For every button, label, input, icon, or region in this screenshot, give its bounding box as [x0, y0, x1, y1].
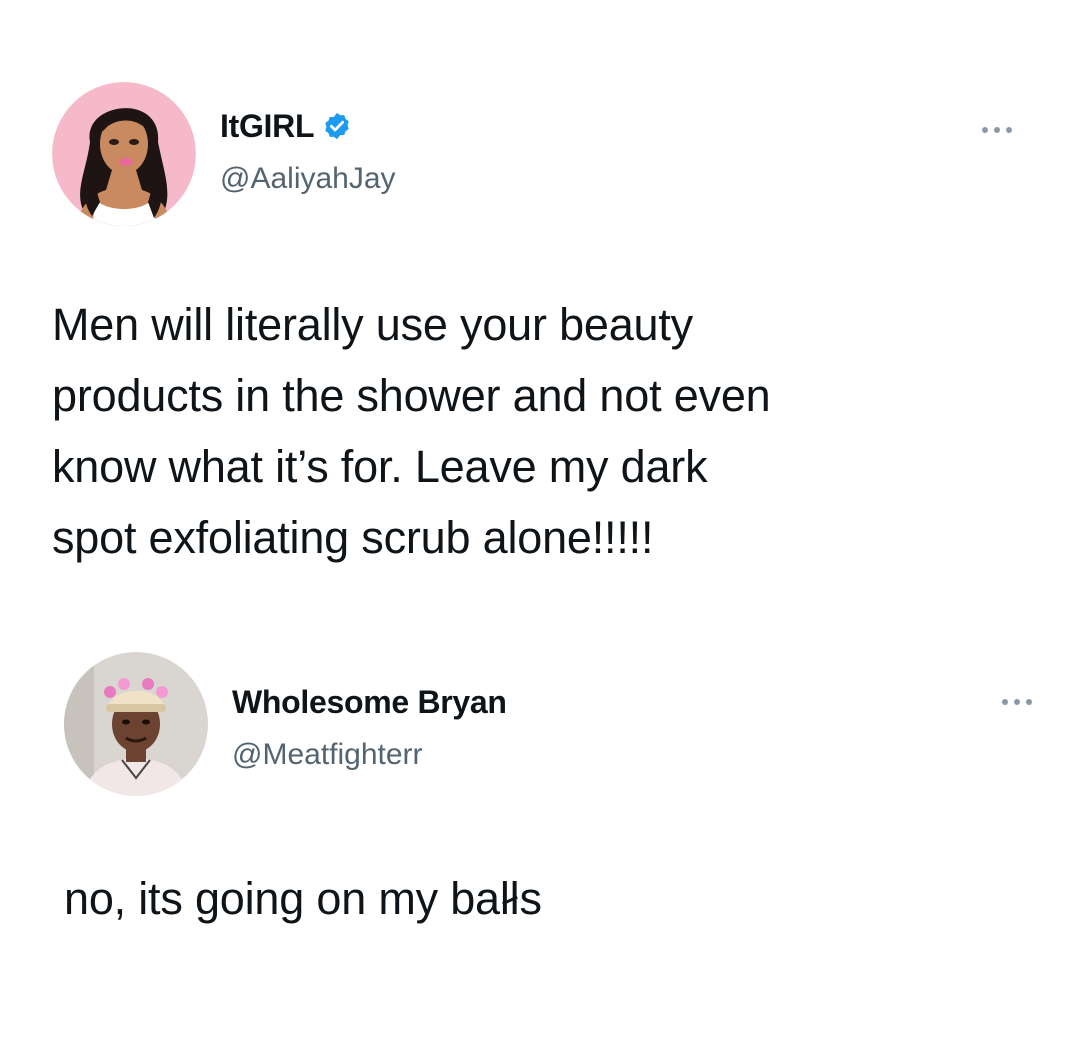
- author-handle[interactable]: @Meatfighterr: [232, 736, 423, 774]
- tweet-itgirl: ItGIRL @AaliyahJay Men will literally us…: [0, 0, 1080, 620]
- more-options-button[interactable]: [992, 687, 1042, 717]
- avatar-man-photo-image: [64, 652, 208, 796]
- avatar-cartoon-woman-image: [52, 82, 196, 226]
- tweet-body-text: Men will literally use your beauty produ…: [52, 299, 771, 563]
- author-handle[interactable]: @AaliyahJay: [220, 160, 396, 198]
- tweet-body-text: no, its going on my balls: [64, 863, 1044, 934]
- more-options-button[interactable]: [972, 115, 1022, 145]
- tweet-text-after: s: [519, 873, 542, 924]
- author-display-name[interactable]: Wholesome Bryan: [232, 682, 507, 722]
- author-name-row: Wholesome Bryan: [232, 682, 507, 722]
- avatar-wholesome-bryan[interactable]: [64, 652, 208, 796]
- author-name-row: ItGIRL: [220, 106, 352, 146]
- author-display-name[interactable]: ItGIRL: [220, 106, 314, 146]
- avatar-itgirl[interactable]: [52, 82, 196, 226]
- tweet-text-before: no, its going on my ba: [64, 873, 500, 924]
- more-dots-icon: [1002, 699, 1032, 705]
- verified-badge-icon: [325, 112, 349, 140]
- tweet-wholesome-bryan: Wholesome Bryan @Meatfighterr no, its go…: [0, 620, 1080, 1059]
- more-dots-icon: [982, 127, 1012, 133]
- censored-text: ll: [500, 863, 520, 934]
